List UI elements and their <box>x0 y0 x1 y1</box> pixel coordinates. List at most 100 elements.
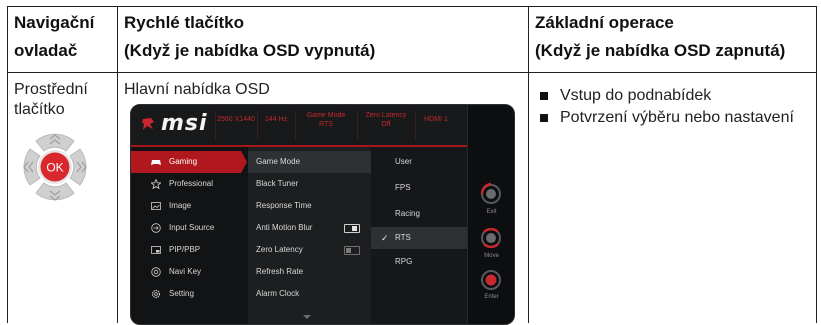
osd-menu-item-pip-pbp[interactable]: PIP/PBP <box>131 239 241 261</box>
joystick-up-segment <box>35 133 75 152</box>
ok-button-label: OK <box>46 161 63 175</box>
bullet-text: Potvrzení výběru nebo nastavení <box>560 109 794 126</box>
gamepad-icon <box>151 160 161 165</box>
osd-menu-item-input-source[interactable]: Input Source <box>131 217 241 239</box>
checkmark-icon: ✓ <box>381 233 389 243</box>
osd-options-column: User FPS Racing ✓ RTS RPG <box>371 147 467 324</box>
enter-key-label: Enter <box>484 294 499 300</box>
exit-key-icon <box>480 182 501 204</box>
osd-menu-item-image[interactable]: Image <box>131 195 241 217</box>
bullet-item: Vstup do podnabídek <box>536 86 816 106</box>
status-separator <box>357 111 358 139</box>
header-col1-line2: ovladač <box>14 41 78 60</box>
osd-menu-item-setting[interactable]: Setting <box>131 283 241 305</box>
osd-option-label: FPS <box>395 183 411 192</box>
osd-option-rpg[interactable]: RPG <box>371 251 467 273</box>
osd-option-fps[interactable]: FPS <box>371 177 467 199</box>
bullet-square-icon <box>540 114 548 122</box>
osd-status-bar: msi 2560 X1440 144 Hz Game Mode RTS Zero… <box>131 105 467 145</box>
msi-logo: msi <box>161 111 208 136</box>
table-border-left <box>7 6 8 323</box>
status-game-mode-text: Game Mode <box>306 112 346 119</box>
status-separator <box>215 111 216 139</box>
table-border-top <box>7 6 817 7</box>
osd-submenu-label: Black Tuner <box>256 179 299 188</box>
osd-submenu-column: Game Mode Black Tuner Response Time Anti… <box>248 147 371 324</box>
header-col2-line2: (Když je nabídka OSD vypnutá) <box>124 41 376 60</box>
star-icon <box>151 179 161 189</box>
msi-dragon-logo-icon <box>142 118 154 130</box>
osd-submenu-label: Alarm Clock <box>256 289 300 298</box>
table-divider-1 <box>117 6 118 323</box>
status-input: HDMI 1 <box>417 115 455 124</box>
osd-option-racing[interactable]: Racing <box>371 203 467 225</box>
header-col1-line1: Navigační <box>14 13 95 32</box>
osd-submenu-label: Anti Motion Blur <box>256 223 313 232</box>
osd-submenu-item-zero-latency[interactable]: Zero Latency <box>248 239 371 261</box>
joystick-left-segment <box>23 148 41 186</box>
header-col3-line2: (Když je nabídka OSD zapnutá) <box>535 41 786 60</box>
bullet-item: Potvrzení výběru nebo nastavení <box>536 108 816 128</box>
table-border-right <box>816 6 817 323</box>
zero-latency-toggle[interactable] <box>344 246 360 255</box>
osd-menu-item-navi-key[interactable]: Navi Key <box>131 261 241 283</box>
row1-col1-line1: Prostřední <box>14 81 88 98</box>
osd-submenu-item-black-tuner[interactable]: Black Tuner <box>248 173 371 195</box>
osd-menu-item-label: Navi Key <box>169 267 202 276</box>
osd-submenu-item-response-time[interactable]: Response Time <box>248 195 371 217</box>
osd-option-label: User <box>395 157 412 166</box>
osd-menu-item-label: Image <box>169 201 192 210</box>
osd-menu-item-professional[interactable]: Professional <box>131 173 241 195</box>
toggle-knob <box>352 226 357 231</box>
header-col2-line1: Rychlé tlačítko <box>124 13 244 32</box>
osd-menu-item-label: Gaming <box>169 157 198 166</box>
image-icon <box>151 202 161 210</box>
table-border-header <box>7 72 817 73</box>
gear-icon <box>151 289 161 299</box>
osd-menu-item-label: Input Source <box>169 223 215 232</box>
input-source-icon <box>151 223 161 233</box>
status-input-text: HDMI 1 <box>424 116 448 123</box>
exit-key-label: Exit <box>486 209 497 215</box>
status-separator <box>257 111 258 139</box>
row1-col1-line2: tlačítko <box>14 101 65 118</box>
navigation-joystick-icon: OK <box>23 133 87 201</box>
toggle-knob <box>346 248 351 253</box>
pip-icon <box>151 246 161 254</box>
status-separator <box>295 111 296 139</box>
scroll-down-arrow-icon[interactable] <box>303 315 311 319</box>
osd-main-menu-screenshot: msi 2560 X1440 144 Hz Game Mode RTS Zero… <box>130 104 515 325</box>
anti-motion-blur-toggle[interactable] <box>344 224 360 233</box>
osd-key-guide: Exit Move Enter <box>467 105 514 324</box>
osd-menu-item-gaming[interactable]: Gaming <box>131 151 247 173</box>
status-zero-latency-value: Off <box>381 121 391 128</box>
joystick-right-segment <box>69 148 87 186</box>
osd-option-rts[interactable]: ✓ RTS <box>371 227 467 249</box>
osd-menu-item-label: PIP/PBP <box>169 245 201 254</box>
status-game-mode-value: RTS <box>319 121 333 128</box>
osd-submenu-item-alarm-clock[interactable]: Alarm Clock <box>248 283 371 305</box>
status-resolution: 2560 X1440 <box>217 115 255 124</box>
osd-option-label: RPG <box>395 257 413 266</box>
header-col3-line1: Základní operace <box>535 13 674 32</box>
osd-submenu-label: Refresh Rate <box>256 267 304 276</box>
status-refresh-rate-text: 144 Hz <box>264 116 288 123</box>
osd-submenu-label: Game Mode <box>256 157 301 166</box>
osd-menu-item-label: Setting <box>169 289 194 298</box>
osd-submenu-item-game-mode[interactable]: Game Mode <box>248 151 371 173</box>
bullet-text: Vstup do podnabídek <box>560 87 712 104</box>
move-key-icon <box>481 227 501 249</box>
osd-menu-item-label: Professional <box>169 179 214 188</box>
osd-option-label: RTS <box>395 233 411 242</box>
osd-submenu-item-anti-motion-blur[interactable]: Anti Motion Blur <box>248 217 371 239</box>
osd-main-menu-column: Gaming Professional Image Input Source P… <box>131 147 247 324</box>
osd-submenu-label: Zero Latency <box>256 245 303 254</box>
osd-submenu-item-refresh-rate[interactable]: Refresh Rate <box>248 261 371 283</box>
row1-col3-bullet-list: Vstup do podnabídek Potvrzení výběru neb… <box>536 86 816 130</box>
status-zero-latency: Zero Latency Off <box>359 111 413 129</box>
osd-option-user[interactable]: User <box>371 151 467 173</box>
status-separator <box>415 111 416 139</box>
navi-key-icon <box>151 267 161 277</box>
status-zero-latency-text: Zero Latency <box>365 112 407 119</box>
enter-key-icon <box>481 270 501 290</box>
